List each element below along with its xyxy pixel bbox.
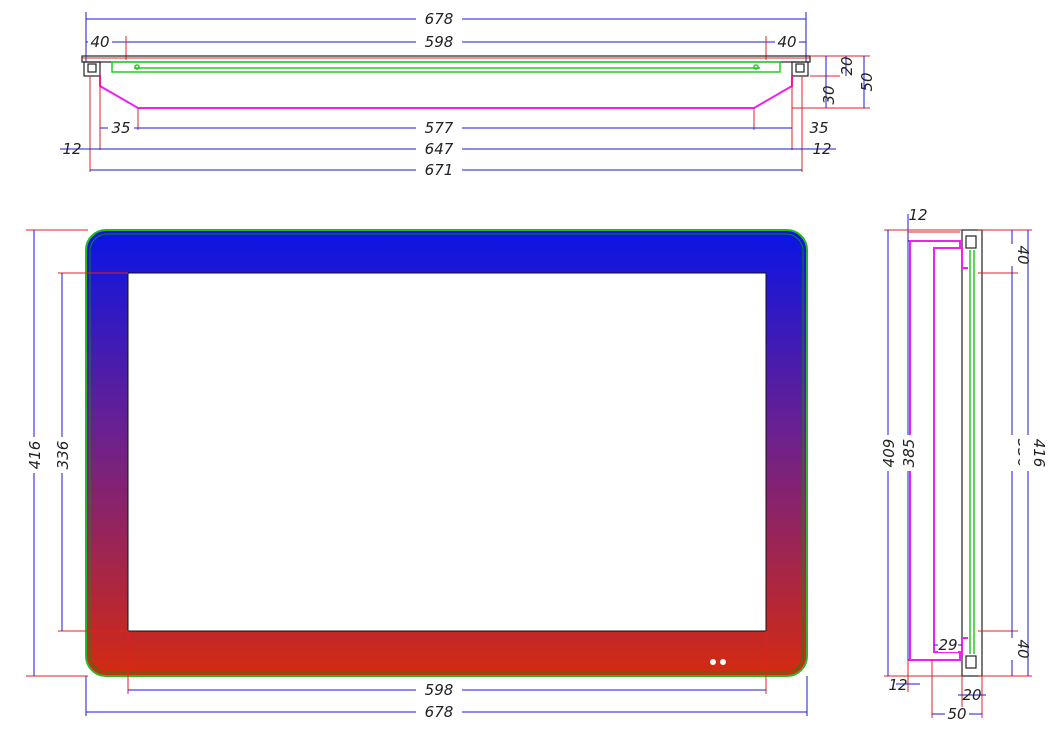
front-viewable-width-label: 598	[425, 681, 454, 699]
front-view: 416 336 598 678	[24, 229, 808, 721]
top-inner-width-label: 647	[425, 140, 454, 158]
top-glass-width-label: 598	[425, 33, 454, 51]
side-overall-height-label: 416	[1030, 439, 1048, 468]
display-area	[127, 272, 767, 632]
top-right-chamfer-label: 35	[809, 119, 828, 137]
indicator-dot-right-icon	[720, 659, 726, 665]
top-depth-a-label: 20	[838, 56, 856, 75]
top-view: 678 40 598 40 30 20 50 35 577 35 12 647 …	[60, 10, 876, 179]
side-outer-height-label: 409	[880, 439, 898, 468]
indicator-dot-left-icon	[710, 659, 716, 665]
top-back-width-label: 577	[425, 119, 454, 137]
front-viewable-height-label: 336	[54, 441, 72, 470]
side-bottom-lip-label: 12	[888, 676, 907, 694]
technical-drawing: 678 40 598 40 30 20 50 35 577 35 12 647 …	[24, 10, 1048, 723]
front-overall-width-label: 678	[425, 703, 454, 721]
side-bottom-border-label: 40	[1014, 639, 1032, 658]
top-left-margin-label: 40	[90, 33, 109, 51]
side-top-lip-label: 12	[908, 206, 927, 224]
side-front-depth-label: 20	[962, 686, 981, 704]
top-overall-width-label: 678	[425, 10, 454, 28]
front-overall-height-label: 416	[26, 441, 44, 470]
side-inner-height-label: 385	[900, 439, 918, 468]
top-left-chamfer-label: 35	[111, 119, 130, 137]
top-right-margin-label: 40	[777, 33, 796, 51]
side-view: 12 409 385 40 336 40 416 29 12	[878, 206, 1048, 723]
side-total-depth-label: 50	[947, 705, 966, 723]
top-right-lip-label: 12	[812, 140, 831, 158]
top-left-lip-label: 12	[62, 140, 81, 158]
side-top-border-label: 40	[1014, 245, 1032, 264]
side-bottom-offset-label: 29	[938, 636, 957, 654]
top-depth-b-label: 30	[820, 85, 838, 104]
top-outer-width-label: 671	[425, 161, 454, 179]
top-total-depth-label: 50	[858, 72, 876, 91]
